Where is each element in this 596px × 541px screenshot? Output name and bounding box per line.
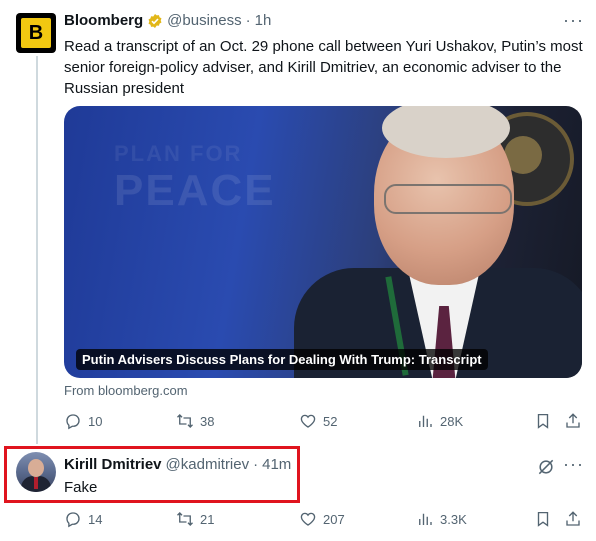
repost-count: 38 xyxy=(200,413,215,429)
reply-author-name[interactable]: Kirill Dmitriev xyxy=(64,456,162,473)
like-icon xyxy=(300,512,316,526)
reply-actions: 14 21 207 3.3K xyxy=(64,510,584,530)
bookmark-icon xyxy=(537,413,549,429)
views-icon xyxy=(419,415,432,427)
share-button[interactable] xyxy=(564,412,582,430)
reply-button[interactable]: 10 xyxy=(64,412,102,430)
card-caption[interactable]: Putin Advisers Discuss Plans for Dealing… xyxy=(76,349,488,370)
background-sign-text: PEACE xyxy=(114,166,276,215)
thread-line xyxy=(36,56,38,444)
views-icon xyxy=(419,513,432,525)
more-icon[interactable]: ··· xyxy=(563,10,584,31)
repost-icon xyxy=(177,414,193,428)
dmitriev-avatar[interactable] xyxy=(16,452,56,492)
header-separator: · xyxy=(245,12,251,29)
reply-header: Kirill Dmitriev @kadmitriev · 41m xyxy=(64,456,291,473)
reply-reply-count: 14 xyxy=(88,511,103,527)
tweet-header: Bloomberg @business · 1h xyxy=(64,12,271,29)
like-button[interactable]: 52 xyxy=(299,412,337,430)
share-icon xyxy=(566,511,580,526)
reply-icon xyxy=(66,512,80,528)
card-source[interactable]: From bloomberg.com xyxy=(64,383,188,398)
background-sign-text-small: PLAN FOR xyxy=(114,141,243,166)
bloomberg-avatar[interactable]: B xyxy=(16,13,56,53)
reply-like-button[interactable]: 207 xyxy=(299,510,345,528)
bookmark-button[interactable] xyxy=(534,412,552,430)
views-count: 28K xyxy=(440,413,464,429)
verified-badge-icon xyxy=(147,13,163,29)
link-card-image[interactable]: PLAN FOR PEACE Putin Advisers Discuss Pl… xyxy=(64,106,582,378)
tweet-time[interactable]: 1h xyxy=(255,12,272,29)
like-icon xyxy=(300,414,316,428)
reply-more-icon[interactable]: ··· xyxy=(563,454,584,475)
views-button[interactable]: 28K xyxy=(416,412,463,430)
reply-views-count: 3.3K xyxy=(440,511,467,527)
reply-bookmark-button[interactable] xyxy=(534,510,552,528)
reply-views-button[interactable]: 3.3K xyxy=(416,510,467,528)
share-icon xyxy=(566,413,580,428)
reply-repost-count: 21 xyxy=(200,511,215,527)
bookmark-icon xyxy=(537,511,549,527)
reply-like-count: 207 xyxy=(323,511,345,527)
reply-author-handle[interactable]: @kadmitriev xyxy=(166,456,250,473)
repost-button[interactable]: 38 xyxy=(176,412,214,430)
reply-repost-button[interactable]: 21 xyxy=(176,510,214,528)
repost-icon xyxy=(177,512,193,526)
author-name[interactable]: Bloomberg xyxy=(64,12,143,29)
reply-text: Fake xyxy=(64,479,98,496)
bloomberg-logo-letter: B xyxy=(21,18,51,48)
reply-count: 10 xyxy=(88,413,103,429)
reply-icon xyxy=(66,414,80,430)
tweet-text: Read a transcript of an Oct. 29 phone ca… xyxy=(64,38,583,97)
reply-share-button[interactable] xyxy=(564,510,582,528)
person-glasses xyxy=(384,184,512,214)
author-handle[interactable]: @business xyxy=(167,12,241,29)
grok-icon[interactable] xyxy=(536,457,556,482)
reply-header-separator: · xyxy=(253,456,259,473)
reply-time[interactable]: 41m xyxy=(262,456,291,473)
tweet-actions: 10 38 52 28K xyxy=(64,412,584,432)
reply-reply-button[interactable]: 14 xyxy=(64,510,102,528)
like-count: 52 xyxy=(323,413,338,429)
